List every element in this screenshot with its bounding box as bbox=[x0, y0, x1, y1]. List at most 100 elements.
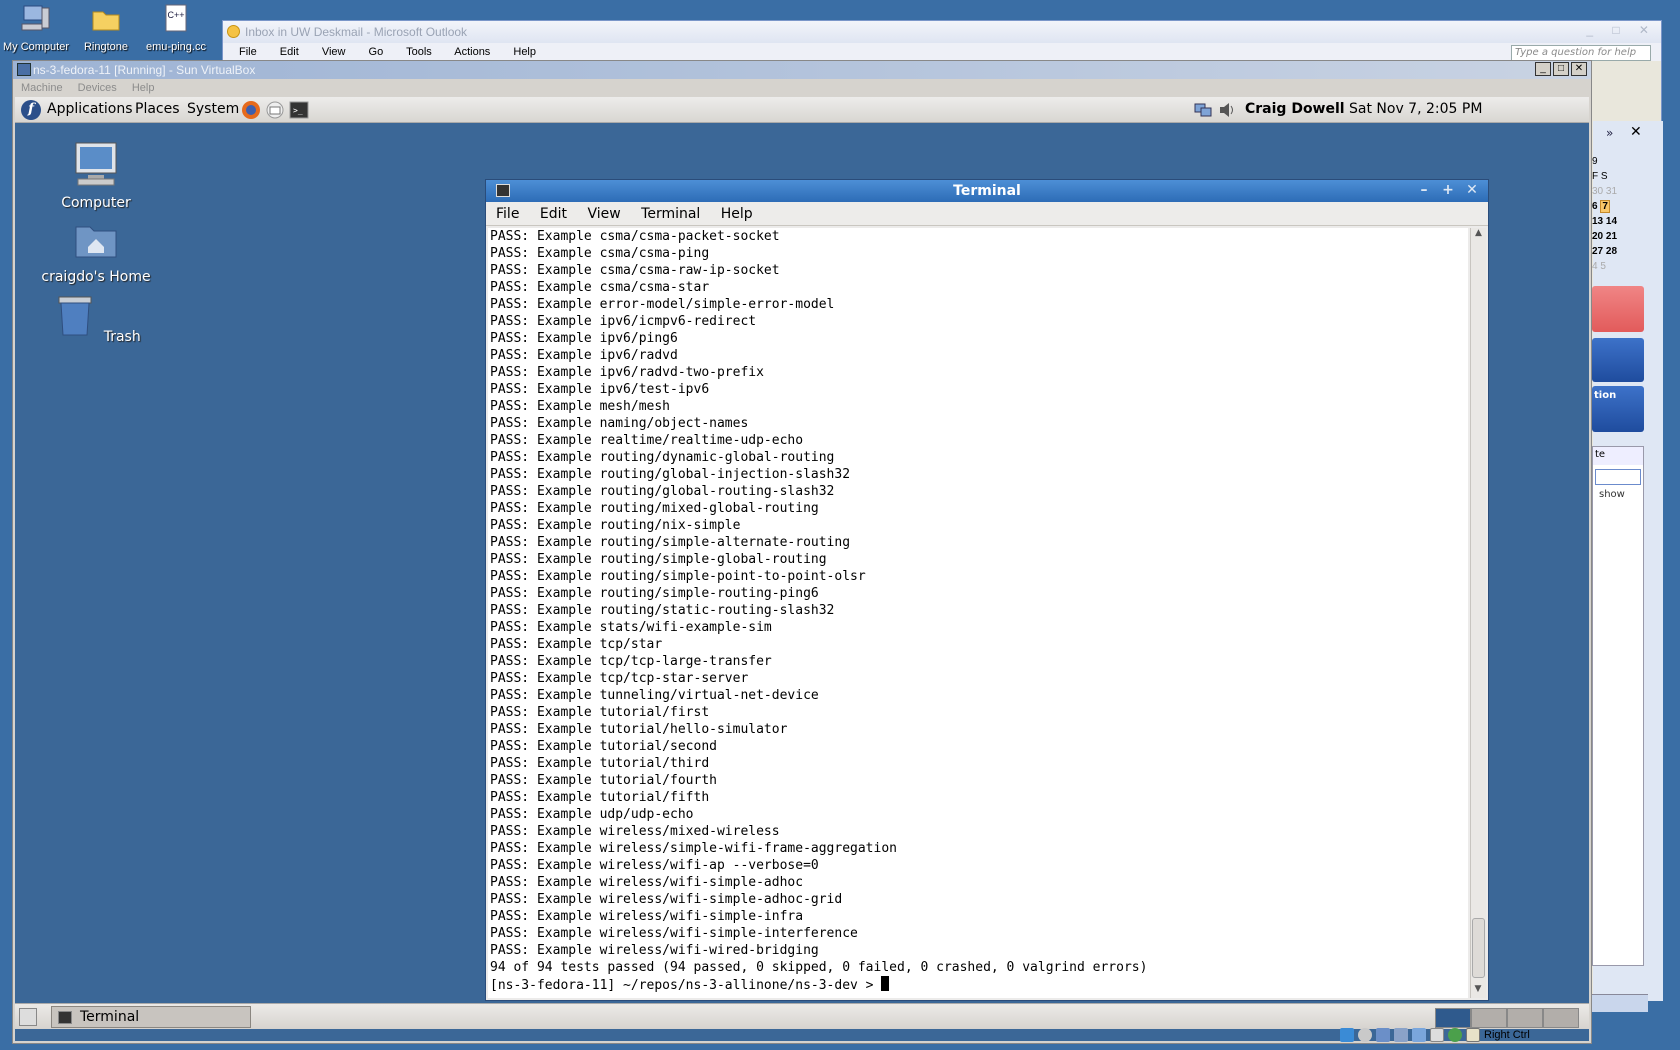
gnome-clock[interactable]: Sat Nov 7, 2:05 PM bbox=[1349, 101, 1482, 117]
terminal-menu-bar: File Edit View Terminal Help bbox=[486, 202, 1488, 226]
terminal-output[interactable]: PASS: Example csma/csma-packet-socket PAS… bbox=[488, 228, 1468, 998]
virtualization-icon[interactable] bbox=[1448, 1028, 1462, 1042]
usb-icon[interactable] bbox=[1394, 1028, 1408, 1042]
outlook-menu-actions[interactable]: Actions bbox=[454, 46, 490, 58]
outlook-menu-bar: File Edit View Go Tools Actions Help bbox=[223, 43, 1661, 61]
workspace-2[interactable] bbox=[1471, 1008, 1507, 1028]
host-key-icon[interactable] bbox=[1466, 1028, 1480, 1042]
menu-places[interactable]: Places bbox=[135, 101, 180, 117]
virtualbox-title-bar[interactable]: ns-3-fedora-11 [Running] - Sun VirtualBo… bbox=[13, 61, 1591, 79]
close-button[interactable]: ✕ bbox=[1462, 181, 1482, 199]
outlook-mini-calendar[interactable]: 9 F S 30 31 6 7 13 14 20 21 27 28 4 5 bbox=[1592, 154, 1628, 274]
calendar-day[interactable]: 6 bbox=[1592, 201, 1598, 212]
terminal-title: Terminal bbox=[953, 183, 1021, 199]
volume-icon[interactable] bbox=[1217, 100, 1237, 120]
terminal-line: PASS: Example routing/simple-routing-pin… bbox=[490, 586, 819, 601]
calendar-day[interactable]: 5 bbox=[1600, 261, 1606, 272]
network-icon[interactable] bbox=[1193, 100, 1213, 120]
outlook-appointment-card[interactable] bbox=[1592, 286, 1644, 332]
fedora-logo-icon[interactable]: f bbox=[21, 100, 41, 120]
virtualbox-window[interactable]: ns-3-fedora-11 [Running] - Sun VirtualBo… bbox=[12, 60, 1592, 1044]
terminal-title-bar[interactable]: Terminal – + ✕ bbox=[486, 180, 1488, 202]
outlook-title-bar[interactable]: Inbox in UW Deskmail - Microsoft Outlook… bbox=[223, 21, 1661, 43]
calendar-day[interactable]: 28 bbox=[1606, 246, 1617, 257]
terminal-window-icon[interactable] bbox=[496, 184, 510, 197]
minimize-button[interactable]: – bbox=[1414, 181, 1434, 199]
vbox-menu-help[interactable]: Help bbox=[132, 82, 155, 94]
outlook-menu-go[interactable]: Go bbox=[369, 46, 384, 58]
minimize-button[interactable]: _ bbox=[1535, 62, 1551, 76]
terminal-window[interactable]: Terminal – + ✕ File Edit View Terminal H… bbox=[485, 179, 1489, 1001]
workspace-4[interactable] bbox=[1543, 1008, 1579, 1028]
chevron-right-icon[interactable]: » bbox=[1606, 126, 1613, 140]
outlook-menu-file[interactable]: File bbox=[239, 46, 257, 58]
scroll-down-icon[interactable]: ▼ bbox=[1471, 984, 1485, 998]
outlook-menu-view[interactable]: View bbox=[322, 46, 346, 58]
scrollbar-thumb[interactable] bbox=[1472, 918, 1485, 978]
show-desktop-icon[interactable] bbox=[19, 1008, 37, 1026]
display-icon[interactable] bbox=[1430, 1028, 1444, 1042]
calendar-day[interactable]: 30 bbox=[1592, 186, 1603, 197]
calendar-day-today[interactable]: 7 bbox=[1600, 200, 1610, 213]
hard-disk-icon[interactable] bbox=[1340, 1028, 1354, 1042]
taskbar-item-label: Terminal bbox=[80, 1009, 140, 1025]
close-icon[interactable]: ✕ bbox=[1630, 124, 1642, 140]
vbox-menu-devices[interactable]: Devices bbox=[78, 82, 117, 94]
gnome-user-name[interactable]: Craig Dowell bbox=[1245, 101, 1345, 117]
outlook-task-panel: te show bbox=[1592, 446, 1644, 966]
calendar-day[interactable]: 4 bbox=[1592, 261, 1598, 272]
terminal-line: PASS: Example tutorial/hello-simulator bbox=[490, 722, 788, 737]
guest-screen[interactable]: f Applications Places System >_ Craig Do… bbox=[15, 97, 1589, 1041]
outlook-show-label[interactable]: show bbox=[1593, 489, 1643, 500]
terminal-line: PASS: Example error-model/simple-error-m… bbox=[490, 297, 835, 312]
menu-applications[interactable]: Applications bbox=[47, 101, 133, 117]
outlook-menu-tools[interactable]: Tools bbox=[406, 46, 432, 58]
calendar-day[interactable]: 27 bbox=[1592, 246, 1603, 257]
scroll-up-icon[interactable]: ▲ bbox=[1471, 228, 1486, 242]
outlook-window-buttons[interactable]: _ □ ✕ bbox=[1586, 23, 1657, 37]
workspace-3[interactable] bbox=[1507, 1008, 1543, 1028]
outlook-task-input[interactable] bbox=[1595, 469, 1641, 485]
cd-icon[interactable] bbox=[1358, 1028, 1372, 1042]
terminal-scrollbar[interactable]: ▲ ▼ bbox=[1470, 228, 1486, 998]
terminal-menu-terminal[interactable]: Terminal bbox=[641, 206, 700, 222]
host-icon-emu-ping[interactable]: C++ emu-ping.cc bbox=[134, 2, 218, 53]
calendar-day[interactable]: 13 bbox=[1592, 216, 1603, 227]
calendar-day[interactable]: 31 bbox=[1606, 186, 1617, 197]
calendar-day[interactable]: 21 bbox=[1606, 231, 1617, 242]
network-status-icon[interactable] bbox=[1376, 1028, 1390, 1042]
close-button[interactable]: ✕ bbox=[1571, 62, 1587, 76]
outlook-ask-question-input[interactable]: Type a question for help bbox=[1511, 45, 1651, 61]
calendar-day[interactable]: 20 bbox=[1592, 231, 1603, 242]
terminal-line: PASS: Example ipv6/test-ipv6 bbox=[490, 382, 710, 397]
terminal-menu-file[interactable]: File bbox=[496, 206, 519, 222]
terminal-line: PASS: Example routing/dynamic-global-rou… bbox=[490, 450, 835, 465]
outlook-menu-edit[interactable]: Edit bbox=[280, 46, 299, 58]
shared-folder-icon[interactable] bbox=[1412, 1028, 1426, 1042]
maximize-button[interactable]: + bbox=[1438, 181, 1458, 199]
terminal-menu-help[interactable]: Help bbox=[721, 206, 753, 222]
desktop-icon-home[interactable]: craigdo's Home bbox=[41, 219, 151, 285]
maximize-button[interactable]: □ bbox=[1553, 62, 1569, 76]
desktop-icon-trash[interactable]: Trash bbox=[41, 293, 151, 345]
outlook-task-header[interactable]: te bbox=[1593, 447, 1643, 465]
terminal-menu-edit[interactable]: Edit bbox=[540, 206, 567, 222]
terminal-line: PASS: Example ipv6/radvd bbox=[490, 348, 678, 363]
outlook-appointment-card[interactable] bbox=[1592, 338, 1644, 382]
firefox-icon[interactable] bbox=[241, 100, 261, 120]
terminal-line: PASS: Example udp/udp-echo bbox=[490, 807, 694, 822]
workspace-1[interactable] bbox=[1435, 1008, 1471, 1028]
outlook-appointment-card[interactable]: tion bbox=[1592, 386, 1644, 432]
mail-icon[interactable] bbox=[265, 100, 285, 120]
outlook-menu-help[interactable]: Help bbox=[513, 46, 536, 58]
terminal-prompt[interactable]: [ns-3-fedora-11] ~/repos/ns-3-allinone/n… bbox=[490, 976, 1468, 993]
trash-icon bbox=[58, 296, 92, 336]
terminal-menu-view[interactable]: View bbox=[587, 206, 620, 222]
calendar-header: 9 bbox=[1592, 156, 1598, 167]
calendar-day[interactable]: 14 bbox=[1606, 216, 1617, 227]
taskbar-item-terminal[interactable]: Terminal bbox=[51, 1006, 251, 1028]
desktop-icon-computer[interactable]: Computer bbox=[41, 141, 151, 211]
menu-system[interactable]: System bbox=[187, 101, 239, 117]
vbox-menu-machine[interactable]: Machine bbox=[21, 82, 63, 94]
terminal-launcher-icon[interactable]: >_ bbox=[289, 100, 309, 120]
